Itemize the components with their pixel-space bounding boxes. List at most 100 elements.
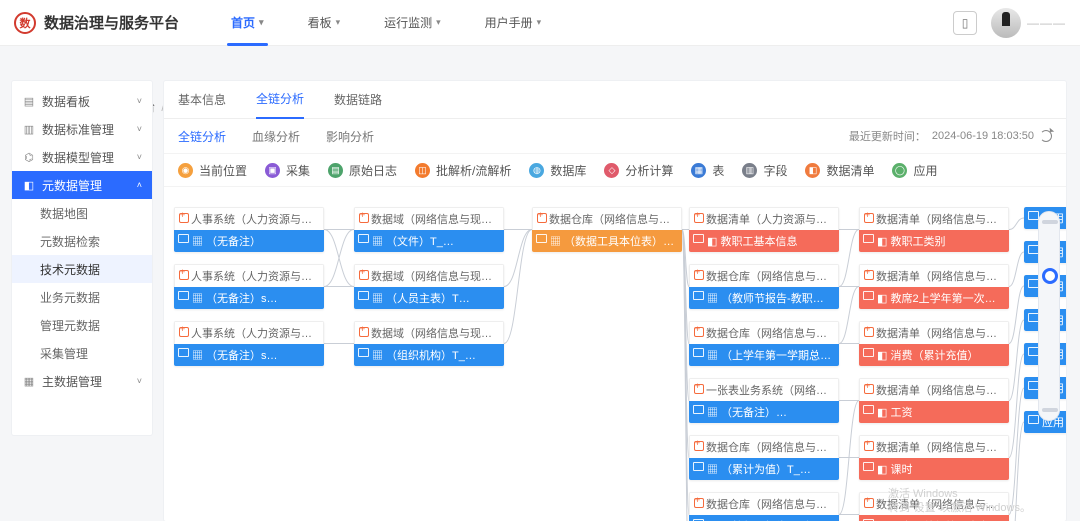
menu-icon: ◧ — [22, 179, 36, 192]
sidebar-item-label: 元数据检索 — [40, 233, 100, 250]
legend-dot-icon: ◧ — [805, 163, 820, 178]
graph-column: 人事系统（人力资源与离退休职工管…▦ （无备注） 人事系统（人力资源与离退休职工管… — [174, 207, 324, 366]
graph-node[interactable]: 人事系统（人力资源与离退休职工管…▦ （无备注）s… — [174, 321, 324, 366]
graph-node[interactable]: 数据清单（网络信息与现代教育中心…◧ 工资 — [859, 378, 1009, 423]
tab-basic[interactable]: 基本信息 — [178, 81, 226, 119]
graph-node[interactable]: 数据仓库（网络信息与现代教育中心…▦ （累计为值）T_… — [689, 435, 839, 480]
node-body: ◧ 教席2上学年第一次清册时间及数… — [859, 287, 1009, 309]
node-body: ◧ 工资 — [859, 401, 1009, 423]
tabs: 基本信息 全链分析 数据链路 — [164, 81, 1066, 119]
graph-node[interactable]: 数据仓库（网络信息与现代教育中心…▦ （上学年第一学期总表）T… — [689, 321, 839, 366]
graph-node[interactable]: 数据仓库（网络信息与现代教育中心…▦ （教师节报告-教职工类别）T_… — [689, 264, 839, 309]
graph-node[interactable]: 人事系统（人力资源与离退休职工管…▦ （无备注）s… — [174, 264, 324, 309]
chevron-icon: ˅ — [137, 152, 142, 162]
sidebar-item-label: 采集管理 — [40, 345, 88, 362]
graph-column: 数据域（网络信息与现代教育中心）…▦ （文件）T_… 数据域（网络信息与现代教育中… — [354, 207, 504, 366]
node-body: ◧ 教职工基本信息 — [689, 230, 839, 252]
graph-node[interactable]: 数据清单（网络信息与现代教育中心…◧ 教职工类别 — [859, 207, 1009, 252]
nav-dashboard[interactable]: 看板▾ — [286, 0, 363, 46]
sidebar-item[interactable]: 采集管理 — [12, 339, 152, 367]
top-nav: 首页▾ 看板▾ 运行监测▾ 用户手册▾ — [209, 0, 563, 46]
zoom-slider[interactable] — [1038, 211, 1060, 421]
subtab-full[interactable]: 全链分析 — [178, 128, 226, 145]
legend-label: 原始日志 — [349, 162, 397, 179]
graph-column: 数据仓库（网络信息与现代教育中心…▦ （数据工具本位表）T… — [532, 207, 682, 252]
chevron-icon: ˅ — [137, 376, 142, 386]
graph-node[interactable]: 数据仓库（网络信息与现代教育中心…▦ （数据工具本位表）T… — [532, 207, 682, 252]
graph-column: 数据清单（人力资源与离退休职工管…◧ 教职工基本信息数据仓库（网络信息与现代教育… — [689, 207, 839, 521]
sidebar-item[interactable]: 元数据检索 — [12, 227, 152, 255]
legend-label: 数据库 — [550, 162, 586, 179]
graph-node[interactable]: 数据清单（网络信息与现代教育中心…◧ 消费（累计充值） — [859, 321, 1009, 366]
node-body: ▦ （组织机构）T_… — [354, 344, 504, 366]
slider-knob[interactable] — [1042, 268, 1058, 284]
graph-node[interactable]: 数据域（网络信息与现代教育中心）…▦ （人员主表）T… — [354, 264, 504, 309]
legend-dot-icon: ◍ — [529, 163, 544, 178]
legend-label: 数据清单 — [826, 162, 874, 179]
graph-node[interactable]: 数据清单（网络信息与现代教育中心…◧ 课时 — [859, 435, 1009, 480]
subtab-lineage[interactable]: 血缘分析 — [252, 128, 300, 145]
legend-label: 字段 — [763, 162, 787, 179]
graph-node[interactable]: 数据仓库（网络信息与现代教育中心…▦ （教师节报告-工资）T_… — [689, 492, 839, 521]
nav-manual[interactable]: 用户手册▾ — [463, 0, 564, 46]
refresh-icon[interactable] — [1040, 130, 1052, 142]
legend-item: ▦表 — [691, 162, 724, 179]
menu-icon: ▤ — [22, 95, 36, 108]
sidebar-item[interactable]: 业务元数据 — [12, 283, 152, 311]
sidebar-item[interactable]: ▤数据看板˅ — [12, 87, 152, 115]
node-body: ▦ （累计为值）T_… — [689, 458, 839, 480]
menu-icon: ⌬ — [22, 151, 36, 164]
graph-node[interactable]: 人事系统（人力资源与离退休职工管…▦ （无备注） — [174, 207, 324, 252]
menu-icon: ▥ — [22, 123, 36, 136]
graph-node[interactable]: 一张表业务系统（网络信息与现代教…▦ （无备注）… — [689, 378, 839, 423]
graph-node[interactable]: 数据清单（人力资源与离退休职工管…◧ 教职工基本信息 — [689, 207, 839, 252]
legend-item: ◧ 数据清单 — [805, 162, 874, 179]
chevron-icon: ˅ — [137, 124, 142, 134]
node-header: 数据清单（网络信息与现代教育中心… — [859, 207, 1009, 230]
subtab-impact[interactable]: 影响分析 — [326, 128, 374, 145]
sidebar-item[interactable]: ▦ 主数据管理 ˅ — [12, 367, 152, 395]
node-header: 数据仓库（网络信息与现代教育中心… — [689, 492, 839, 515]
sidebar-item-label: 主数据管理 — [42, 373, 102, 390]
chevron-icon: ˄ — [137, 180, 142, 190]
node-header: 数据仓库（网络信息与现代教育中心… — [532, 207, 682, 230]
sidebar: ▤数据看板˅▥数据标准管理˅⌬数据模型管理˅◧元数据管理˄数据地图元数据检索技术… — [12, 81, 152, 435]
legend-label: 应用 — [913, 162, 937, 179]
legend-label: 表 — [712, 162, 724, 179]
last-update-label: 最近更新时间： — [849, 128, 926, 144]
sidebar-item[interactable]: ▥数据标准管理˅ — [12, 115, 152, 143]
sidebar-item-label: 数据看板 — [42, 93, 90, 110]
node-header: 一张表业务系统（网络信息与现代教… — [689, 378, 839, 401]
sidebar-item[interactable]: 技术元数据 — [12, 255, 152, 283]
tab-data-link[interactable]: 数据链路 — [334, 81, 382, 119]
sidebar-item[interactable]: 管理元数据 — [12, 311, 152, 339]
sidebar-item-label: 业务元数据 — [40, 289, 100, 306]
legend-dot-icon: ◇ — [604, 163, 619, 178]
nav-home[interactable]: 首页▾ — [209, 0, 286, 46]
tab-full-chain[interactable]: 全链分析 — [256, 81, 304, 119]
avatar[interactable] — [991, 8, 1021, 38]
lineage-graph[interactable]: 人事系统（人力资源与离退休职工管…▦ （无备注） 人事系统（人力资源与离退休职工管… — [164, 187, 1066, 521]
node-header: 数据清单（人力资源与离退休职工管… — [689, 207, 839, 230]
graph-node[interactable]: 数据清单（网络信息与现代教育中心…◧ 教席2上学年第一次清册时间及数… — [859, 264, 1009, 309]
logo-icon: 数 — [14, 12, 36, 34]
graph-node[interactable]: 数据域（网络信息与现代教育中心）…▦ （文件）T_… — [354, 207, 504, 252]
sidebar-item[interactable]: ⌬数据模型管理˅ — [12, 143, 152, 171]
clipboard-icon[interactable]: ▯ — [953, 11, 977, 35]
node-header: 数据仓库（网络信息与现代教育中心… — [689, 321, 839, 344]
zoom-out-icon[interactable] — [1042, 408, 1058, 412]
node-body: ◧ 教职工类别 — [859, 230, 1009, 252]
legend-dot-icon: ▥ — [742, 163, 757, 178]
node-body: ▦ （教师节报告-工资）T_… — [689, 515, 839, 521]
legend-item: ◉当前位置 — [178, 162, 247, 179]
graph-column: 数据清单（网络信息与现代教育中心…◧ 教职工类别数据清单（网络信息与现代教育中心… — [859, 207, 1009, 521]
watermark: 激活 Windows转到“设置”以激活 Windows。 — [888, 487, 1031, 515]
graph-node[interactable]: 数据域（网络信息与现代教育中心）…▦ （组织机构）T_… — [354, 321, 504, 366]
sidebar-item[interactable]: 数据地图 — [12, 199, 152, 227]
node-body: ▦ （无备注）s… — [174, 287, 324, 309]
nav-monitor[interactable]: 运行监测▾ — [362, 0, 463, 46]
legend-item: ◍ 数据库 — [529, 162, 586, 179]
sidebar-item[interactable]: ◧元数据管理˄ — [12, 171, 152, 199]
menu-icon: ▦ — [22, 375, 36, 388]
zoom-in-icon[interactable] — [1042, 220, 1058, 224]
